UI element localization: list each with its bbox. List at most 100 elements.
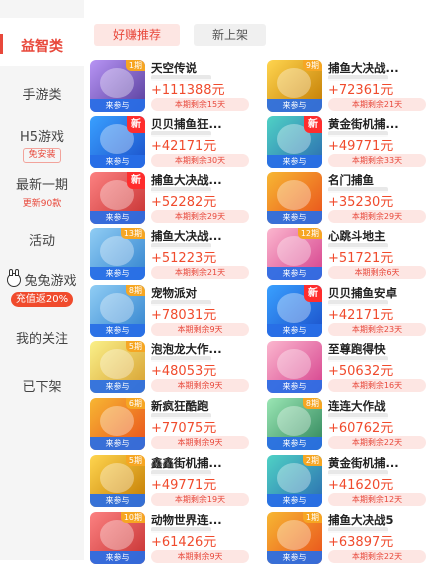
- tab-recommended[interactable]: 好赚推荐: [94, 24, 180, 46]
- game-card[interactable]: 5期 来参与 鑫鑫街机捕... +49771元 本期剩余19天: [90, 455, 252, 511]
- game-title: 黄金街机捕...: [328, 456, 399, 470]
- no-install-badge: 免安装: [23, 148, 61, 163]
- game-card[interactable]: 13期 来参与 捕鱼大决战... +51223元 本期剩余21天: [90, 228, 252, 284]
- game-card[interactable]: 来参与 至尊跑得快 +50632元 本期剩余16天: [267, 341, 429, 397]
- remaining-days-badge: 本期剩余21天: [151, 266, 249, 279]
- period-badge: 8期: [302, 398, 322, 409]
- sidebar-item-label: H5游戏: [19, 130, 65, 145]
- join-button[interactable]: 来参与: [267, 155, 322, 168]
- rabbit-icon: [7, 268, 22, 287]
- game-thumbnail[interactable]: 5期来参与: [90, 455, 145, 507]
- game-title: 贝贝捕鱼狂...: [151, 117, 222, 131]
- join-button[interactable]: 来参与: [267, 380, 322, 393]
- game-title: 天空传说: [151, 61, 197, 75]
- game-title: 捕鱼大决战5: [328, 513, 394, 527]
- game-thumbnail[interactable]: 新来参与: [90, 116, 145, 168]
- reward-amount: +35230元: [328, 191, 394, 210]
- remaining-days-badge: 本期剩余15天: [151, 98, 249, 111]
- game-thumbnail[interactable]: 1期来参与: [90, 60, 145, 112]
- game-title: 泡泡龙大作...: [151, 342, 222, 356]
- game-thumbnail[interactable]: 8期 来参与: [90, 285, 145, 337]
- game-card[interactable]: 新来参与 贝贝捕鱼狂... +42171元 本期剩余30天: [90, 116, 252, 172]
- sidebar-item-puzzle[interactable]: 益智类: [0, 34, 84, 56]
- remaining-days-badge: 本期剩余23天: [328, 323, 426, 336]
- game-thumbnail[interactable]: 13期来参与: [90, 228, 145, 280]
- period-badge: 13期: [120, 228, 145, 239]
- game-card[interactable]: 新来参与 贝贝捕鱼安卓 +42171元 本期剩余23天: [267, 285, 429, 341]
- join-button[interactable]: 来参与: [90, 211, 145, 224]
- game-thumbnail[interactable]: 8期来参与: [267, 398, 322, 450]
- remaining-days-badge: 本期剩余12天: [328, 493, 426, 506]
- tab-new-arrivals[interactable]: 新上架: [194, 24, 266, 46]
- sidebar-item-h5-games[interactable]: H5游戏 免安装: [0, 126, 84, 163]
- game-thumbnail[interactable]: 来参与: [267, 172, 322, 224]
- game-thumbnail[interactable]: 10期 来参与: [90, 512, 145, 564]
- game-card[interactable]: 新来参与 捕鱼大决战... +52282元 本期剩余29天: [90, 172, 252, 228]
- game-card[interactable]: 8期 来参与 宠物派对 +78031元 本期剩余9天: [90, 285, 252, 341]
- game-thumbnail[interactable]: 6期 来参与: [90, 398, 145, 450]
- sidebar-item-tutu-games[interactable]: 兔兔游戏 充值返20%: [0, 268, 84, 307]
- period-badge: 1期: [125, 60, 145, 71]
- game-card[interactable]: 6期 来参与 新疯狂酷跑 +77075元 本期剩余9天: [90, 398, 252, 454]
- game-thumbnail[interactable]: 新来参与: [267, 116, 322, 168]
- sidebar-item-label: 益智类: [21, 39, 63, 55]
- game-thumbnail[interactable]: 新来参与: [90, 172, 145, 224]
- reward-amount: +42171元: [328, 304, 394, 323]
- join-button[interactable]: 来参与: [90, 324, 145, 337]
- game-thumbnail[interactable]: 12期来参与: [267, 228, 322, 280]
- join-button[interactable]: 来参与: [267, 99, 322, 112]
- join-button[interactable]: 来参与: [90, 155, 145, 168]
- join-button[interactable]: 来参与: [90, 99, 145, 112]
- game-thumbnail[interactable]: 9期 来参与: [267, 60, 322, 112]
- game-art: [277, 520, 311, 550]
- game-card[interactable]: 9期 来参与 捕鱼大决战... +72361元 本期剩余21天: [267, 60, 429, 116]
- join-button[interactable]: 来参与: [90, 267, 145, 280]
- sidebar-item-my-follows[interactable]: 我的关注: [0, 328, 84, 347]
- period-badge: 5期: [125, 455, 145, 466]
- game-card[interactable]: 12期 来参与 心跳斗地主 +51721元 本期剩余6天: [267, 228, 429, 284]
- game-thumbnail[interactable]: 新来参与: [267, 285, 322, 337]
- join-button[interactable]: 来参与: [267, 324, 322, 337]
- game-card[interactable]: 1期 来参与 天空传说 +111388元 本期剩余15天: [90, 60, 252, 116]
- reward-amount: +49771元: [328, 135, 394, 154]
- reward-amount: +111388元: [151, 79, 225, 98]
- join-button[interactable]: 来参与: [267, 494, 322, 507]
- remaining-days-badge: 本期剩余9天: [151, 436, 249, 449]
- game-art: [100, 349, 134, 379]
- sidebar-item-latest[interactable]: 最新一期 更新90款: [0, 174, 84, 209]
- game-card[interactable]: 8期 来参与 连连大作战 +60762元 本期剩余22天: [267, 398, 429, 454]
- game-card[interactable]: 2期 来参与 黄金街机捕... +41620元 本期剩余12天: [267, 455, 429, 511]
- reward-amount: +42171元: [151, 135, 217, 154]
- game-card[interactable]: 5期 来参与 泡泡龙大作... +48053元 本期剩余9天: [90, 341, 252, 397]
- join-button[interactable]: 来参与: [267, 437, 322, 450]
- sidebar-item-label: 活动: [28, 234, 55, 249]
- sidebar-item-delisted[interactable]: 已下架: [0, 376, 84, 395]
- remaining-days-badge: 本期剩余22天: [328, 436, 426, 449]
- game-thumbnail[interactable]: 来参与: [267, 341, 322, 393]
- join-button[interactable]: 来参与: [90, 551, 145, 564]
- join-button[interactable]: 来参与: [267, 211, 322, 224]
- game-thumbnail[interactable]: 5期 来参与: [90, 341, 145, 393]
- game-card[interactable]: 新来参与 黄金街机捕... +49771元 本期剩余33天: [267, 116, 429, 172]
- join-button[interactable]: 来参与: [90, 380, 145, 393]
- period-badge: 12期: [297, 228, 322, 239]
- join-button[interactable]: 来参与: [267, 551, 322, 564]
- recharge-rebate-badge: 充值返20%: [10, 292, 74, 307]
- new-badge: 新: [127, 116, 145, 133]
- remaining-days-badge: 本期剩余29天: [328, 210, 426, 223]
- remaining-days-badge: 本期剩余21天: [328, 98, 426, 111]
- game-title: 名门捕鱼: [328, 173, 374, 187]
- game-card[interactable]: 来参与 名门捕鱼 +35230元 本期剩余29天: [267, 172, 429, 228]
- sidebar-item-activities[interactable]: 活动: [0, 230, 84, 249]
- game-thumbnail[interactable]: 2期 来参与: [267, 455, 322, 507]
- game-art: [100, 463, 134, 493]
- sidebar-item-mobile-games[interactable]: 手游类: [0, 84, 84, 103]
- remaining-days-badge: 本期剩余9天: [151, 379, 249, 392]
- join-button[interactable]: 来参与: [90, 494, 145, 507]
- sidebar-item-label: 最新一期: [15, 178, 68, 193]
- tab-label: 新上架: [211, 28, 248, 42]
- join-button[interactable]: 来参与: [90, 437, 145, 450]
- join-button[interactable]: 来参与: [267, 267, 322, 280]
- game-title: 宠物派对: [151, 286, 197, 300]
- game-thumbnail[interactable]: 1期 来参与: [267, 512, 322, 564]
